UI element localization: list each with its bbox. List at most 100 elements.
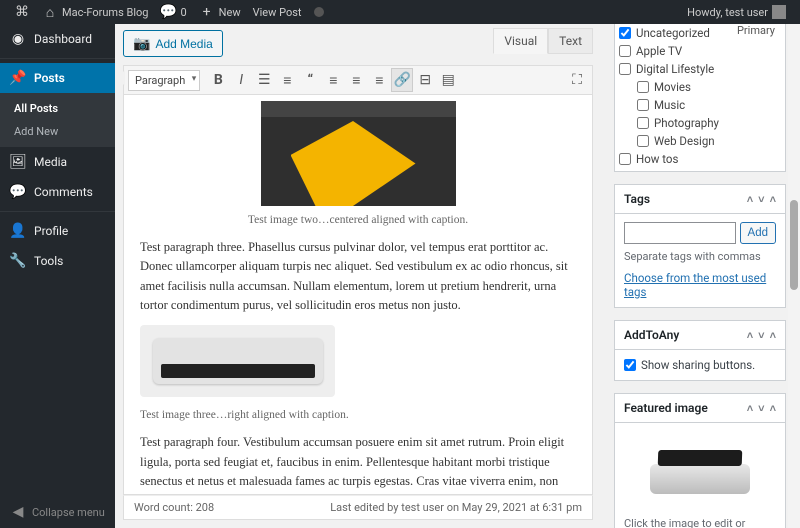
user-menu[interactable]: Howdy, test user — [681, 0, 792, 24]
category-item[interactable]: Uncategorized — [619, 24, 737, 42]
menu-posts[interactable]: 📌Posts — [0, 63, 115, 93]
collapse-icon: ◀ — [10, 504, 26, 520]
home-icon: ⌂ — [42, 4, 58, 20]
category-item[interactable]: Digital Lifestyle — [619, 60, 779, 78]
menu-tools[interactable]: 🔧Tools — [0, 246, 115, 276]
panel-down-icon[interactable]: ˅ — [758, 402, 764, 415]
dashboard-icon: ◉ — [10, 31, 26, 47]
posts-icon: 📌 — [10, 70, 26, 86]
toolbar-toggle-button[interactable]: ▤ — [437, 68, 459, 92]
caption-two: Test image two…centered aligned with cap… — [140, 212, 576, 230]
panel-up-icon[interactable]: ˄ — [747, 402, 753, 415]
image-three[interactable] — [140, 325, 335, 397]
quote-button[interactable]: “ — [299, 68, 321, 92]
link-button[interactable]: 🔗 — [391, 68, 413, 92]
panel-down-icon[interactable]: ˅ — [758, 329, 764, 342]
submenu-all-posts[interactable]: All Posts — [0, 97, 115, 120]
category-item[interactable]: How tos — [619, 150, 779, 168]
panel-up-icon[interactable]: ˄ — [747, 329, 753, 342]
tags-panel: Tags ˄ ˅ ˄ Add Separate tags with commas Ch… — [614, 184, 786, 308]
panel-toggle-icon[interactable]: ˄ — [770, 193, 776, 206]
panel-up-icon[interactable]: ˄ — [747, 193, 753, 206]
content-area: 📷Add Media Visual Text Paragraph B I ☰ ≡… — [115, 24, 800, 528]
panel-toggle-icon[interactable]: ˄ — [770, 402, 776, 415]
yoast-indicator-icon — [314, 7, 324, 17]
comment-icon: 💬 — [160, 4, 176, 20]
number-list-button[interactable]: ≡ — [276, 68, 298, 92]
menu-media[interactable]: 🖼Media — [0, 147, 115, 177]
show-sharing-checkbox[interactable]: Show sharing buttons. — [624, 358, 776, 372]
media-icon: 📷 — [133, 35, 150, 52]
caption-three: Test image three…right aligned with capt… — [140, 407, 576, 425]
media-icon: 🖼 — [10, 154, 26, 170]
comments-menu[interactable]: 💬0 — [154, 0, 192, 24]
bold-button[interactable]: B — [207, 68, 229, 92]
align-right-button[interactable]: ≡ — [368, 68, 390, 92]
editor-toolbar: Paragraph B I ☰ ≡ “ ≡ ≡ ≡ 🔗 ⊟ ▤ ⛶ — [123, 65, 593, 95]
category-item[interactable]: Movies — [619, 78, 779, 96]
panel-toggle-icon[interactable]: ˄ — [770, 329, 776, 342]
wordpress-icon: ⌘ — [14, 4, 30, 20]
category-list: Primary UncategorizedApple TVDigital Lif… — [615, 24, 785, 171]
paragraph-three: Test paragraph three. Phasellus cursus p… — [140, 238, 576, 316]
category-item[interactable]: Web Design — [619, 132, 779, 150]
choose-tags-link[interactable]: Choose from the most used tags — [624, 271, 766, 299]
editor-tabs: Visual Text — [493, 28, 593, 54]
fullscreen-button[interactable]: ⛶ — [566, 68, 588, 92]
word-count: Word count: 208 — [134, 501, 214, 514]
image-two[interactable] — [261, 101, 456, 206]
howdy-text: Howdy, test user — [687, 6, 768, 19]
avatar-icon — [772, 5, 786, 19]
admin-menu: ◉Dashboard 📌Posts All Posts Add New 🖼Med… — [0, 24, 115, 528]
add-tag-button[interactable]: Add — [740, 222, 776, 244]
plus-icon: + — [199, 4, 215, 20]
featured-image-panel: Featured image ˄ ˅ ˄ Click the image to edi… — [614, 393, 786, 528]
menu-profile[interactable]: 👤Profile — [0, 216, 115, 246]
menu-dashboard[interactable]: ◉Dashboard — [0, 24, 115, 54]
italic-button[interactable]: I — [230, 68, 252, 92]
profile-icon: 👤 — [10, 223, 26, 239]
site-title: Mac-Forums Blog — [62, 6, 148, 19]
submenu-add-new[interactable]: Add New — [0, 120, 115, 143]
tab-text[interactable]: Text — [548, 28, 593, 54]
tags-title: Tags — [624, 192, 650, 206]
menu-comments[interactable]: 💬Comments — [0, 177, 115, 207]
yoast-menu[interactable] — [308, 0, 330, 24]
scroll-thumb[interactable] — [790, 200, 798, 290]
panel-down-icon[interactable]: ˅ — [758, 193, 764, 206]
comments-icon: 💬 — [10, 184, 26, 200]
categories-panel: Primary UncategorizedApple TVDigital Lif… — [614, 24, 786, 172]
addtoany-title: AddToAny — [624, 328, 679, 342]
primary-label: Primary — [737, 24, 779, 37]
view-post-link[interactable]: View Post — [247, 0, 308, 24]
category-item[interactable]: Music — [619, 96, 779, 114]
more-button[interactable]: ⊟ — [414, 68, 436, 92]
wp-logo-menu[interactable]: ⌘ — [8, 0, 36, 24]
new-label: New — [219, 6, 241, 19]
addtoany-panel: AddToAny ˄ ˅ ˄ Show sharing buttons. — [614, 320, 786, 381]
sidebar-column: Primary UncategorizedApple TVDigital Lif… — [614, 24, 786, 528]
tags-hint: Separate tags with commas — [624, 250, 776, 263]
vertical-scrollbar[interactable] — [788, 0, 800, 528]
comment-count: 0 — [180, 6, 186, 19]
tags-input[interactable] — [624, 222, 736, 244]
editor-status-bar: Word count: 208 Last edited by test user… — [123, 495, 593, 520]
featured-image-thumb[interactable] — [624, 431, 776, 511]
last-edited: Last edited by test user on May 29, 2021… — [330, 501, 582, 514]
new-content-menu[interactable]: + New — [193, 0, 247, 24]
collapse-button[interactable]: ◀Collapse menu — [0, 504, 115, 520]
bullet-list-button[interactable]: ☰ — [253, 68, 275, 92]
tab-visual[interactable]: Visual — [493, 28, 548, 54]
align-center-button[interactable]: ≡ — [345, 68, 367, 92]
add-media-button[interactable]: 📷Add Media — [123, 30, 223, 57]
editor-content[interactable]: Test image two…centered aligned with cap… — [123, 95, 593, 495]
featured-hint: Click the image to edit or update — [624, 517, 776, 528]
editor-column: 📷Add Media Visual Text Paragraph B I ☰ ≡… — [123, 24, 593, 528]
format-select[interactable]: Paragraph — [128, 70, 200, 91]
category-item[interactable]: Apple TV — [619, 42, 779, 60]
tools-icon: 🔧 — [10, 253, 26, 269]
category-item[interactable]: Photography — [619, 114, 779, 132]
featured-title: Featured image — [624, 401, 708, 415]
align-left-button[interactable]: ≡ — [322, 68, 344, 92]
site-menu[interactable]: ⌂ Mac-Forums Blog — [36, 0, 154, 24]
